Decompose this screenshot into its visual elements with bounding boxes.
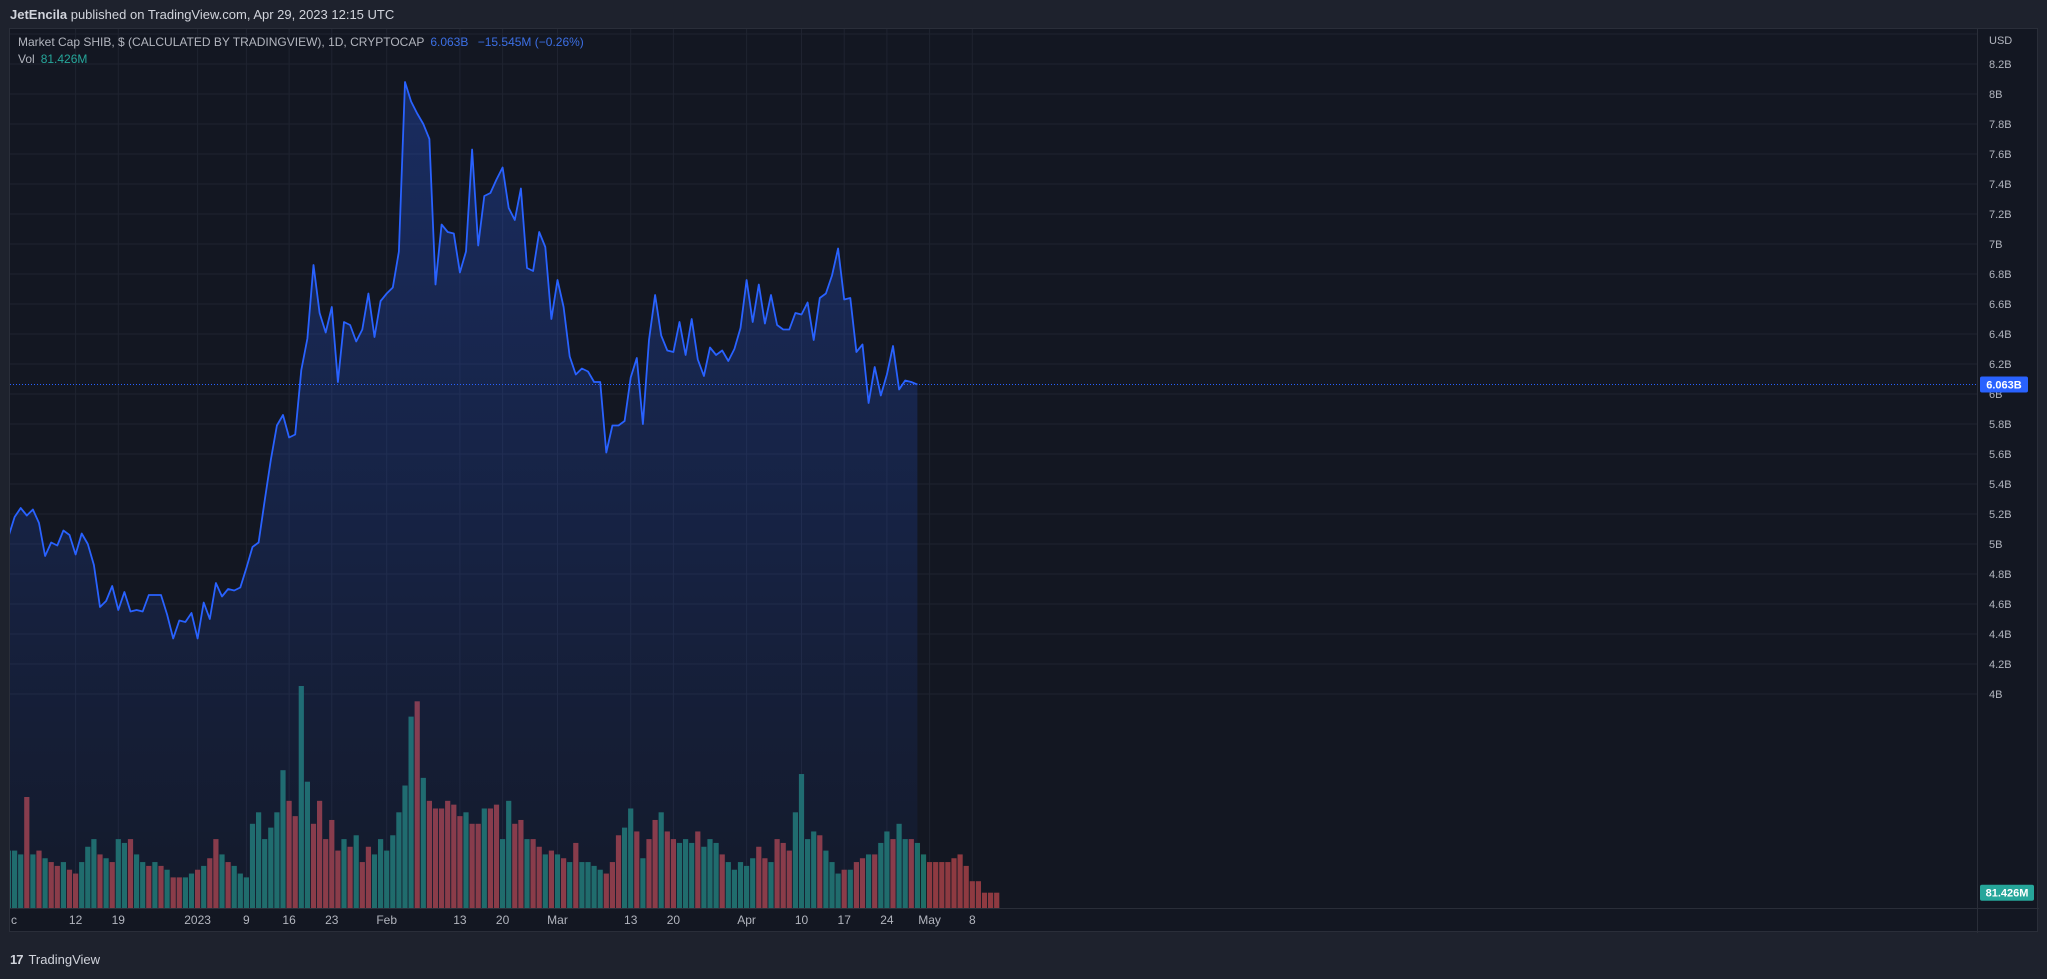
x-tick-label: 12 — [69, 913, 83, 927]
y-tick-label: 8.2B — [1989, 59, 2012, 71]
chart-frame[interactable]: 4B 4.2B 4.4B 4.6B 4.8B 5B 5.2B 5.4B 5.6B 5.8B 6B 6.… — [9, 28, 2039, 933]
y-tick-label: 4.6B — [1989, 599, 2012, 611]
y-tick-label: 6.8B — [1989, 269, 2012, 281]
author-name[interactable]: JetEncila — [10, 7, 67, 22]
x-tick-label: 8 — [969, 913, 976, 927]
y-tick-label: 7.4B — [1989, 179, 2012, 191]
x-tick-label: Apr — [737, 913, 756, 927]
y-tick-label: 5.2B — [1989, 509, 2012, 521]
y-tick-label: 8B — [1989, 89, 2002, 101]
volume-bar[interactable] — [988, 892, 994, 908]
x-tick-label: 20 — [667, 913, 681, 927]
volume-label: Vol — [18, 52, 35, 66]
y-tick-label: 7.2B — [1989, 209, 2012, 221]
series-title: Market Cap SHIB, $ (CALCULATED BY TRADIN… — [18, 35, 425, 49]
volume-bar[interactable] — [927, 862, 933, 908]
x-tick-label: 9 — [243, 913, 250, 927]
volume-bar[interactable] — [945, 862, 951, 908]
x-tick-label: 13 — [453, 913, 467, 927]
y-tick-label: 7.8B — [1989, 119, 2012, 131]
x-tick-label: 17 — [838, 913, 852, 927]
x-tick-label: 23 — [325, 913, 339, 927]
tradingview-logo-icon: 17 — [10, 952, 24, 967]
y-tick-label: 6.2B — [1989, 359, 2012, 371]
x-tick-label: May — [918, 913, 941, 927]
publish-header: JetEncila published on TradingView.com, … — [0, 0, 2047, 28]
volume-bar[interactable] — [951, 858, 957, 908]
volume-bar[interactable] — [994, 892, 1000, 908]
y-tick-label: 4.8B — [1989, 569, 2012, 581]
last-price-badge-label: 6.063B — [1986, 380, 2022, 392]
footer-brand[interactable]: 17 TradingView — [10, 952, 100, 967]
y-tick-label: 4.4B — [1989, 629, 2012, 641]
last-volume-badge-label: 81.426M — [1986, 888, 2029, 900]
volume-bar[interactable] — [957, 854, 963, 908]
brand-name: TradingView — [28, 952, 101, 967]
volume-bar[interactable] — [939, 862, 945, 908]
x-tick-label: Feb — [376, 913, 397, 927]
x-tick-label: Mar — [547, 913, 568, 927]
x-tick-label: 19 — [112, 913, 126, 927]
volume-bar[interactable] — [981, 892, 988, 908]
x-tick-label: 20 — [496, 913, 510, 927]
y-tick-label: 7B — [1989, 239, 2002, 251]
last-value: 6.063B — [430, 35, 469, 49]
y-tick-label: 5.6B — [1989, 449, 2012, 461]
y-tick-label: 5.4B — [1989, 479, 2012, 491]
volume-bar[interactable] — [963, 865, 969, 908]
y-tick-label: 5B — [1989, 539, 2002, 551]
x-tick-label: 2023 — [184, 913, 211, 927]
x-tick-label: 24 — [880, 913, 894, 927]
volume-bar[interactable] — [920, 854, 927, 908]
x-tick-label: 16 — [282, 913, 296, 927]
publish-info: published on TradingView.com, Apr 29, 20… — [70, 7, 395, 22]
volume-legend[interactable]: Vol 81.426M — [18, 52, 87, 66]
volume-bar[interactable] — [933, 862, 939, 908]
volume-value: 81.426M — [40, 52, 88, 66]
price-chart[interactable]: 4B4.2B4.4B4.6B4.8B5B5.2B5.4B5.6B5.8B6B6.… — [10, 29, 2039, 933]
y-tick-label: 6.4B — [1989, 329, 2012, 341]
x-tick-label: c — [11, 913, 17, 927]
currency-label: USD — [1989, 35, 2012, 47]
volume-bar[interactable] — [975, 881, 981, 908]
y-tick-label: 6.6B — [1989, 299, 2012, 311]
change-value: −15.545M (−0.26%) — [477, 35, 584, 49]
y-tick-label: 5.8B — [1989, 419, 2012, 431]
y-tick-label: 4B — [1989, 689, 2002, 701]
main-series-legend[interactable]: Market Cap SHIB, $ (CALCULATED BY TRADIN… — [18, 35, 584, 49]
volume-bar[interactable] — [969, 881, 975, 908]
price-area — [10, 82, 918, 908]
y-tick-label: 7.6B — [1989, 149, 2012, 161]
x-tick-label: 10 — [795, 913, 809, 927]
y-tick-label: 4.2B — [1989, 659, 2012, 671]
x-tick-label: 13 — [624, 913, 638, 927]
